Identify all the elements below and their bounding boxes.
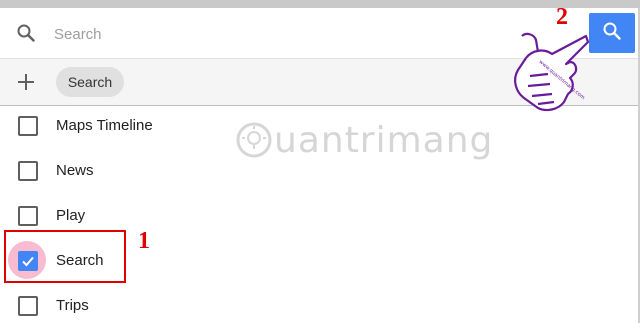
search-icon xyxy=(602,21,622,46)
filter-chip-search[interactable]: Search xyxy=(56,67,124,97)
list-item-label: News xyxy=(56,162,94,179)
lightbulb-icon xyxy=(236,122,272,171)
list-item-trips[interactable]: Trips xyxy=(0,290,640,330)
checkbox[interactable] xyxy=(18,161,38,181)
list-item-label: Trips xyxy=(56,297,89,314)
search-input[interactable] xyxy=(52,18,476,50)
top-strip xyxy=(0,0,640,8)
pointing-hand-icon: www.quantrimang.com xyxy=(508,30,590,116)
add-icon[interactable] xyxy=(15,71,37,93)
annotation-step-1: 1 xyxy=(138,228,150,254)
annotation-step-2: 2 xyxy=(556,4,568,30)
watermark-text: uantrimang xyxy=(274,120,494,161)
search-submit-button[interactable] xyxy=(589,13,635,53)
checkbox[interactable] xyxy=(18,116,38,136)
checkbox[interactable] xyxy=(18,296,38,316)
search-icon xyxy=(16,23,36,43)
list-item-news[interactable]: News xyxy=(0,155,640,195)
annotation-highlight-box xyxy=(4,230,126,283)
checkbox[interactable] xyxy=(18,206,38,226)
list-item-label: Maps Timeline xyxy=(56,117,153,134)
list-item-label: Play xyxy=(56,207,86,224)
